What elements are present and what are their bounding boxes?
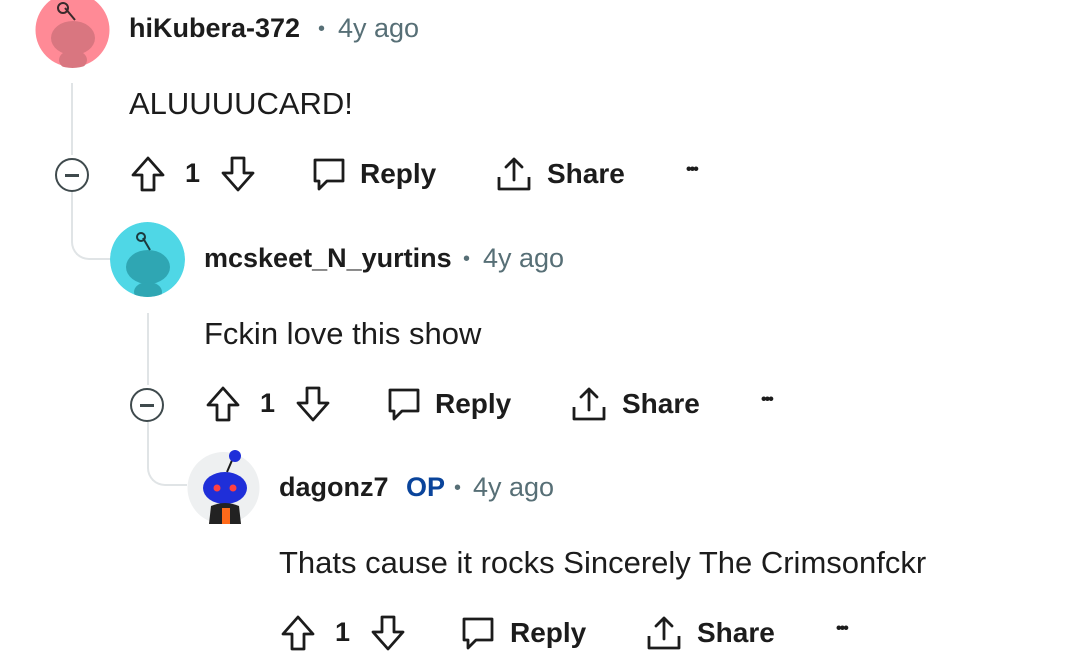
timestamp[interactable]: 4y ago [483, 245, 564, 272]
avatar[interactable] [110, 222, 185, 297]
avatar[interactable] [35, 0, 110, 68]
timestamp[interactable]: 4y ago [473, 474, 554, 501]
share-label: Share [547, 158, 625, 189]
vote-count: 1 [335, 617, 351, 647]
reply-icon [388, 388, 420, 421]
share-icon [572, 387, 606, 421]
reply-label: Reply [360, 158, 437, 189]
comment-body: Fckin love this show [204, 316, 482, 351]
separator-dot: • [318, 18, 326, 40]
more-icon[interactable]: ••• [761, 392, 774, 408]
downvote-icon[interactable] [220, 155, 256, 193]
share-icon [647, 616, 681, 650]
reply-icon [313, 158, 345, 191]
separator-dot: • [454, 477, 462, 499]
vote-count: 1 [185, 158, 201, 188]
reply-icon [462, 617, 494, 650]
snoo-avatar-icon [187, 450, 260, 524]
share-icon [497, 157, 531, 191]
avatar[interactable] [187, 448, 260, 524]
upvote-icon[interactable] [280, 614, 316, 652]
share-label: Share [697, 617, 775, 648]
share-label: Share [622, 388, 700, 419]
username[interactable]: hiKubera-372 [129, 15, 300, 42]
downvote-icon[interactable] [295, 385, 331, 423]
collapse-icon[interactable] [55, 158, 89, 192]
timestamp[interactable]: 4y ago [338, 15, 419, 42]
upvote-icon[interactable] [205, 385, 241, 423]
thread-connector [147, 422, 187, 486]
snoo-avatar-icon [35, 0, 110, 68]
upvote-icon[interactable] [130, 155, 166, 193]
snoo-avatar-icon [110, 222, 185, 297]
more-icon[interactable]: ••• [686, 162, 699, 178]
collapse-icon[interactable] [130, 388, 164, 422]
downvote-icon[interactable] [370, 614, 406, 652]
separator-dot: • [463, 248, 471, 270]
thread-connector [71, 192, 111, 260]
thread-line [147, 313, 149, 385]
username[interactable]: mcskeet_N_yurtins [204, 245, 452, 272]
more-icon[interactable]: ••• [836, 621, 849, 637]
comment-body: ALUUUUCARD! [129, 86, 353, 121]
comment-body: Thats cause it rocks Sincerely The Crims… [279, 545, 927, 580]
reply-label: Reply [435, 388, 512, 419]
reply-label: Reply [510, 617, 587, 648]
thread-line [71, 83, 73, 155]
vote-count: 1 [260, 388, 276, 418]
username[interactable]: dagonz7 [279, 474, 389, 501]
op-badge: OP [406, 472, 446, 502]
